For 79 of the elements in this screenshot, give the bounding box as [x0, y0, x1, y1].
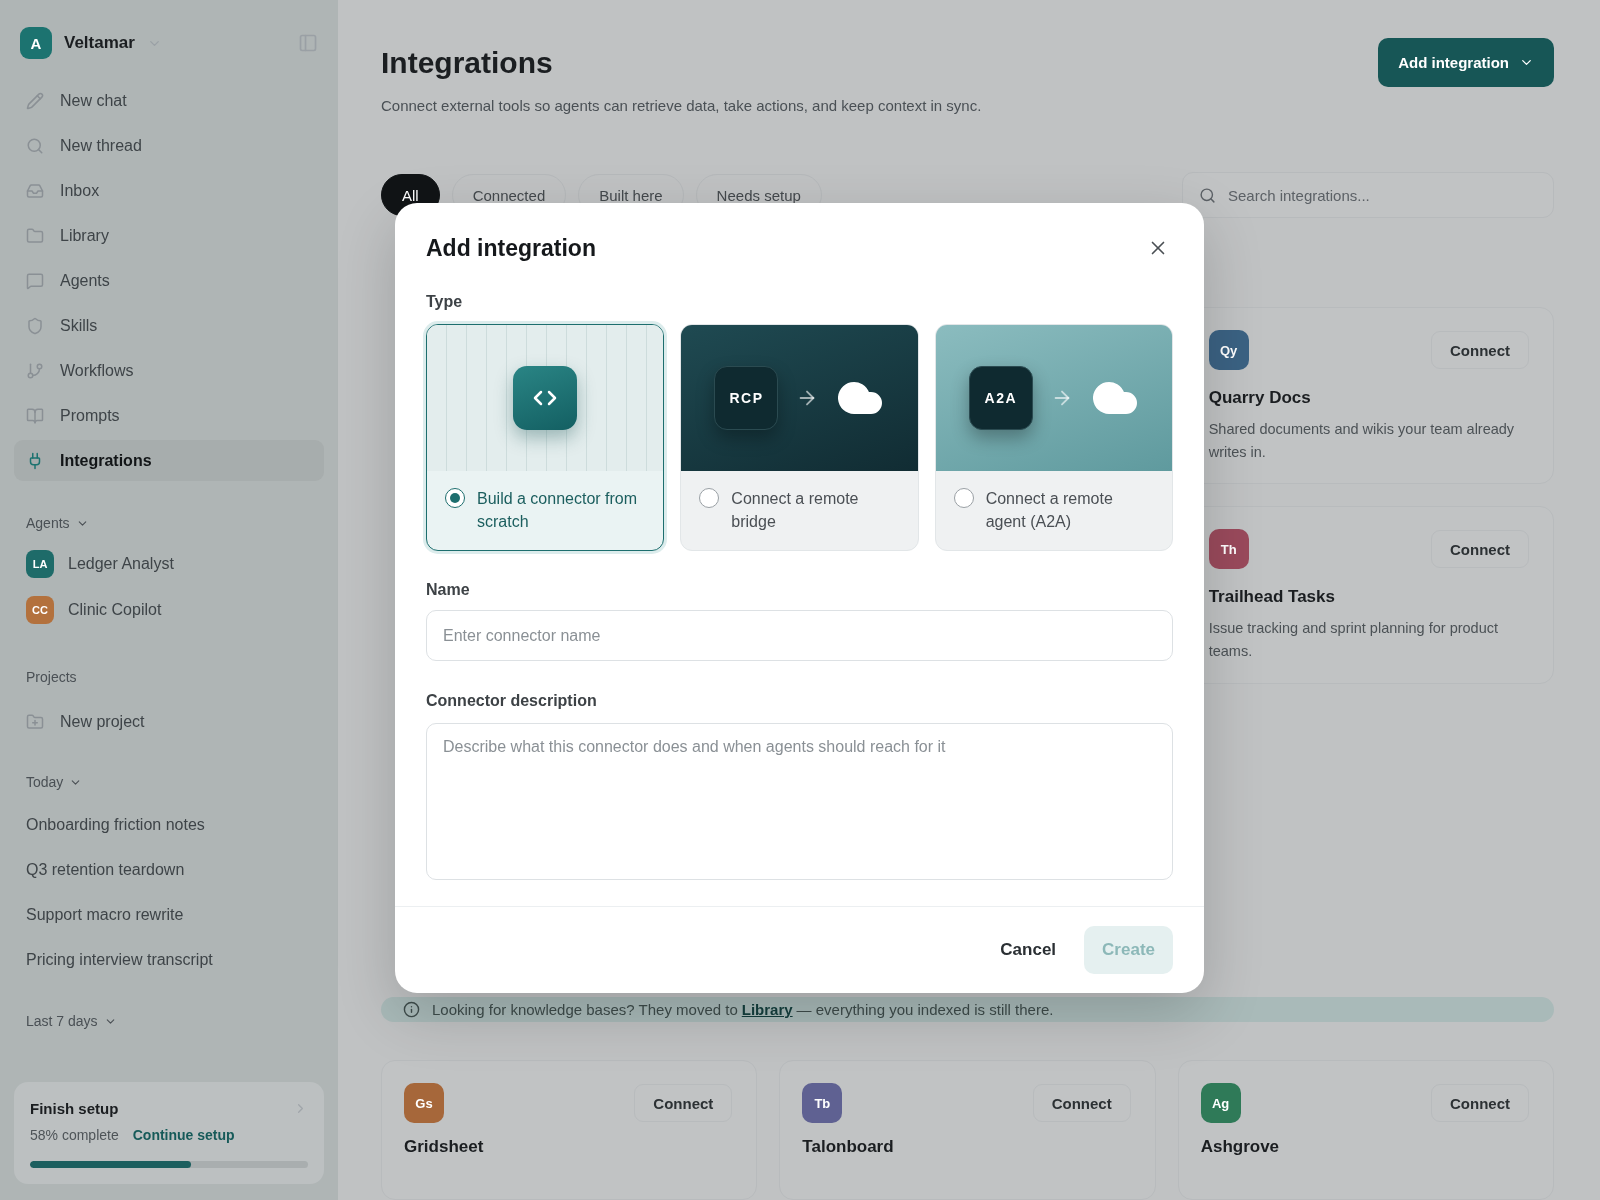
section-header[interactable]: Last 7 days	[26, 1013, 98, 1029]
inbox-icon	[26, 181, 44, 200]
page-title: Integrations	[381, 46, 554, 80]
name-input[interactable]: Enter connector name	[426, 610, 1173, 661]
field-label: Type	[426, 293, 464, 311]
integration-description: Issue tracking and sprint planning for product teams.	[1208, 619, 1500, 661]
integration-name: Quarry Docs	[1208, 388, 1312, 408]
integration-badge: Qy	[1208, 330, 1249, 370]
nav-item[interactable]: New chat	[14, 80, 324, 121]
integration-badge: Th	[1208, 529, 1249, 569]
protocol-badge: RCP	[714, 366, 779, 430]
integration-description: Shared documents and wikis your team already writes in.	[1208, 420, 1516, 462]
agent-avatar: CC	[26, 596, 54, 624]
page-subtitle: Connect external tools so agents can retrieve data, take actions, and keep context in sync.	[381, 96, 982, 116]
chat-history-item[interactable]: Onboarding friction notes	[14, 802, 324, 847]
workspace-name[interactable]: Veltamar	[64, 33, 135, 53]
type-option[interactable]: RCP Connect a remote bridge	[680, 324, 919, 551]
chat-history-item[interactable]: Q3 retention teardown	[14, 847, 324, 892]
agent-item[interactable]: LA Ledger Analyst	[14, 543, 324, 585]
search-icon	[1199, 186, 1216, 204]
connect-button[interactable]: Connect	[1431, 331, 1529, 369]
folder-icon	[26, 226, 44, 245]
integration-name: Trailhead Tasks	[1208, 587, 1336, 607]
nav-item[interactable]: New project	[14, 701, 324, 742]
integration-badge: Ag	[1200, 1083, 1241, 1123]
connect-button[interactable]: Connect	[634, 1084, 733, 1122]
protocol-badge: A2A	[968, 366, 1033, 430]
shield-icon	[26, 316, 44, 335]
agent-avatar: LA	[26, 550, 54, 578]
nav-item[interactable]: Library	[14, 215, 324, 256]
pencil-icon	[26, 91, 44, 110]
library-link[interactable]: Library	[741, 1001, 793, 1018]
dialog-title: Add integration	[426, 234, 596, 262]
chat-icon	[26, 271, 44, 290]
info-icon	[403, 1001, 420, 1018]
nav-item[interactable]: Prompts	[14, 395, 324, 436]
type-option[interactable]: Build a connector from scratch	[426, 324, 665, 551]
nav-item[interactable]: Integrations	[14, 440, 324, 481]
integration-badge: Gs	[404, 1083, 444, 1123]
nav-item[interactable]: Inbox	[14, 170, 324, 211]
add-integration-button[interactable]: Add integration	[1378, 38, 1554, 87]
setup-title: Finish setup	[30, 1100, 119, 1117]
radio-button[interactable]	[699, 488, 720, 508]
connect-button[interactable]: Connect	[1032, 1084, 1131, 1122]
branch-icon	[26, 361, 44, 380]
integration-badge: Tb	[802, 1083, 843, 1123]
chat-history-item[interactable]: Support macro rewrite	[14, 892, 324, 937]
section-header[interactable]: Today	[26, 774, 64, 790]
integration-name: Ashgrove	[1200, 1137, 1281, 1157]
cancel-button[interactable]: Cancel	[986, 926, 1071, 974]
integration-name: Talonboard	[802, 1137, 895, 1157]
workspace-logo: A	[20, 27, 52, 59]
book-icon	[26, 406, 44, 425]
agent-item[interactable]: CC Clinic Copilot	[14, 589, 324, 631]
integration-name: Gridsheet	[404, 1137, 485, 1157]
search-field[interactable]: Search integrations...	[1182, 172, 1554, 218]
chat-history-item[interactable]: Pricing interview transcript	[14, 937, 324, 982]
notice-text: Looking for knowledge bases? They moved to	[432, 1001, 738, 1018]
description-input[interactable]: Describe what this connector does and when agents should reach for it	[426, 723, 1173, 880]
field-label: Name	[426, 581, 471, 599]
section-header[interactable]: Agents	[26, 515, 70, 531]
nav-item[interactable]: New thread	[14, 125, 324, 166]
notice-text: — everything you indexed is still there.	[796, 1001, 1054, 1018]
connect-button[interactable]: Connect	[1431, 530, 1529, 568]
nav-item[interactable]: Workflows	[14, 350, 324, 391]
type-option[interactable]: A2A Connect a remote agent (A2A)	[934, 324, 1173, 551]
field-label: Connector description	[426, 692, 598, 710]
radio-button[interactable]	[953, 488, 974, 508]
code-icon	[513, 366, 578, 430]
nav-item[interactable]: Skills	[14, 305, 324, 346]
section-header: Projects	[26, 669, 77, 685]
search-icon	[26, 136, 44, 155]
radio-button[interactable]	[445, 488, 465, 508]
folder-plus-icon	[26, 712, 44, 731]
progress-text: 58% complete	[30, 1127, 119, 1143]
connect-button[interactable]: Connect	[1431, 1084, 1529, 1122]
continue-link[interactable]: Continue setup	[132, 1127, 235, 1143]
nav-item[interactable]: Agents	[14, 260, 324, 301]
setup-card[interactable]: Finish setup 58% complete Continue setup	[14, 1082, 324, 1184]
